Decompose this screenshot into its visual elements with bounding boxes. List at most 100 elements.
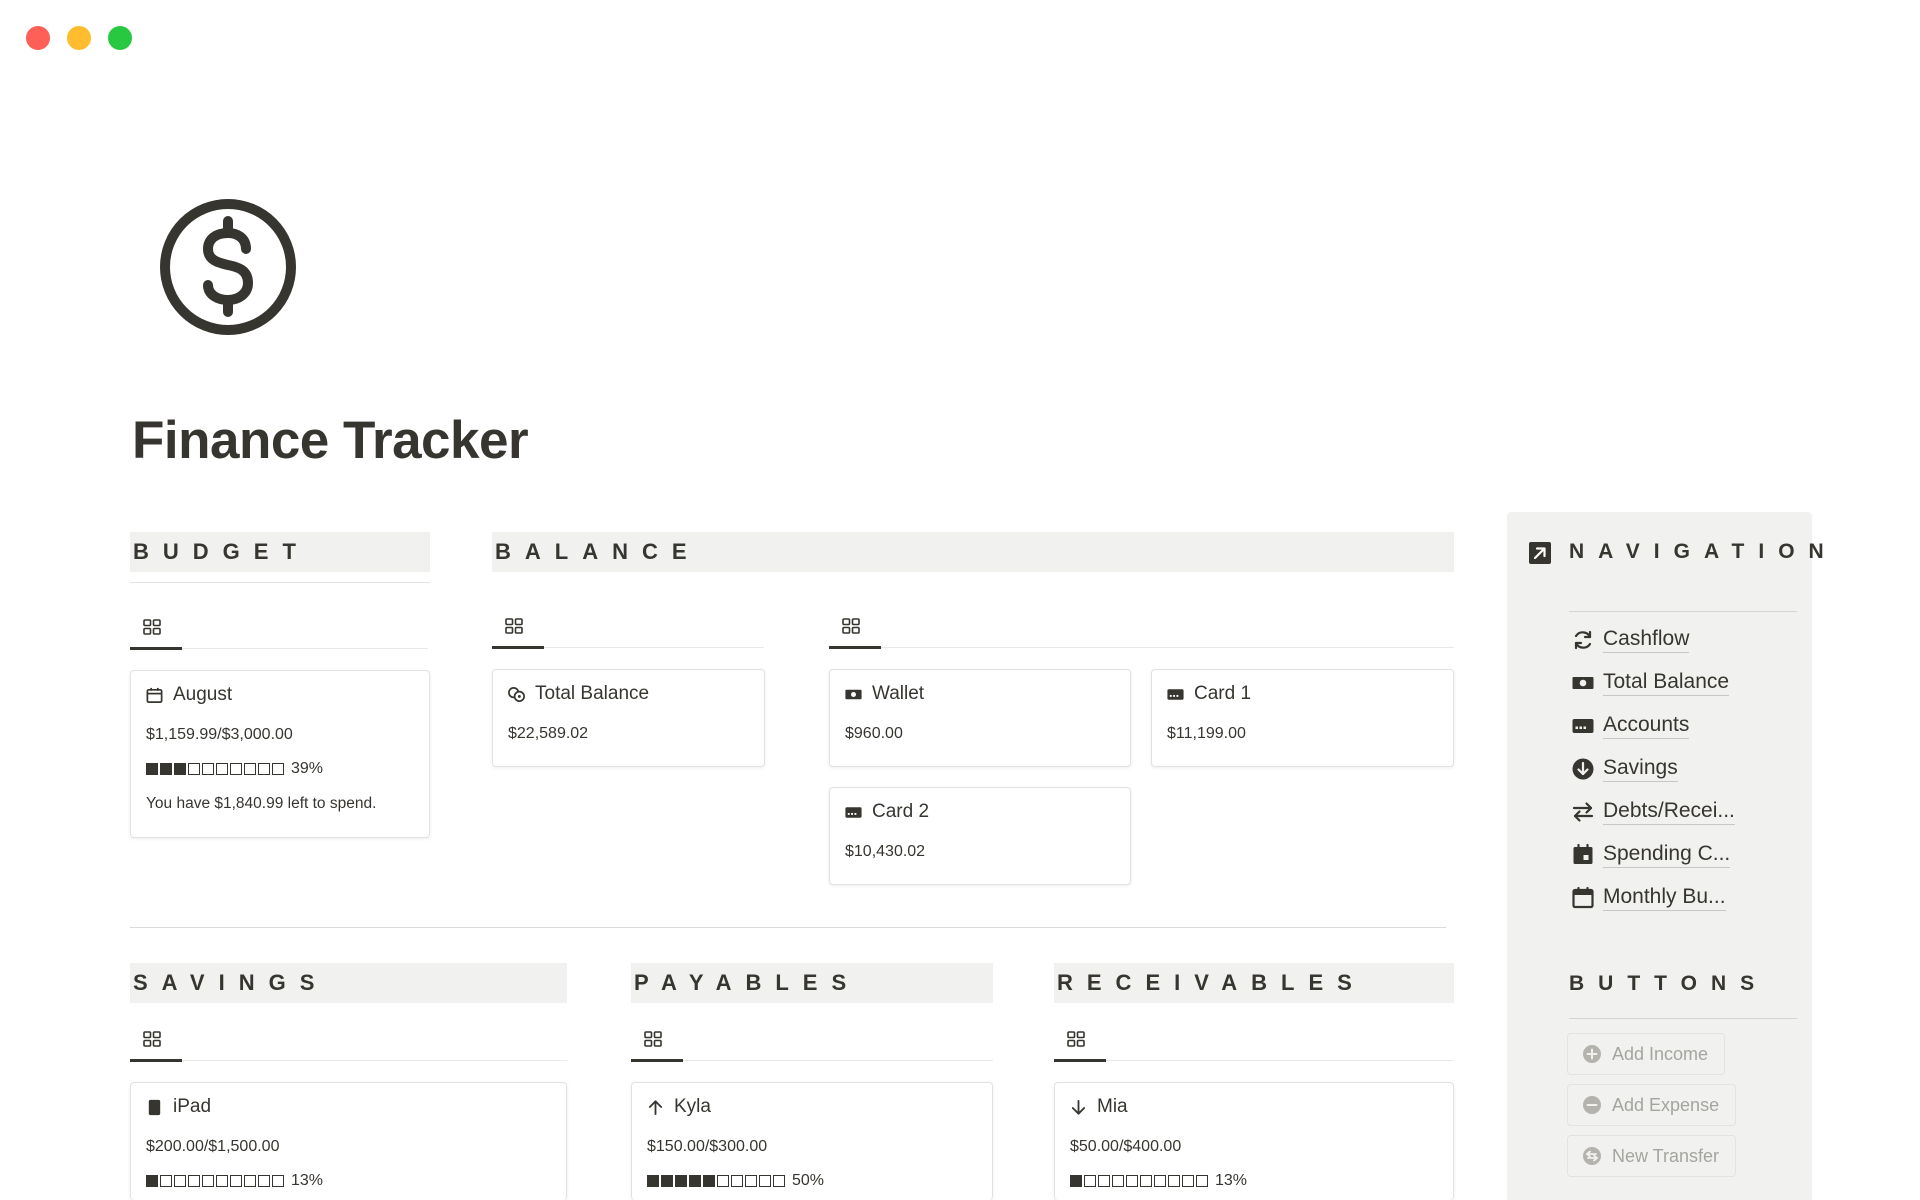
gallery-grid-icon xyxy=(505,618,523,634)
credit-card-icon xyxy=(1167,688,1184,700)
wallet-card[interactable]: Wallet $960.00 xyxy=(829,669,1131,767)
maximize-window-button[interactable] xyxy=(108,26,132,50)
minimize-window-button[interactable] xyxy=(67,26,91,50)
tablet-icon xyxy=(148,1099,161,1115)
card2-card[interactable]: Card 2 $10,430.02 xyxy=(829,787,1131,885)
progress-square xyxy=(146,1175,158,1187)
progress-square xyxy=(1098,1175,1110,1187)
total-balance-gallery-tab[interactable] xyxy=(492,602,544,649)
progress-square xyxy=(661,1175,673,1187)
new-transfer-button[interactable]: New Transfer xyxy=(1567,1135,1737,1177)
payables-gallery-tab[interactable] xyxy=(631,1015,683,1062)
dollar-circle-icon[interactable] xyxy=(158,197,298,337)
budget-amount: $1,159.99/$3,000.00 xyxy=(146,726,293,743)
add-expense-button[interactable]: Add Expense xyxy=(1567,1084,1737,1126)
nav-item-label: Total Balance xyxy=(1603,670,1730,696)
savings-card-title: iPad xyxy=(173,1096,212,1117)
nav-item-monthly-budget[interactable]: Monthly Bu... xyxy=(1571,885,1726,911)
nav-item-label: Spending C... xyxy=(1603,842,1731,868)
receivables-progress-label: 13% xyxy=(1215,1172,1248,1189)
nav-item-debts-receivables[interactable]: Debts/Recei... xyxy=(1571,799,1735,825)
nav-item-label: Debts/Recei... xyxy=(1603,799,1735,825)
payables-amount: $150.00/$300.00 xyxy=(647,1138,768,1155)
progress-square xyxy=(160,1175,172,1187)
minus-circle-icon xyxy=(1583,1096,1601,1114)
progress-square xyxy=(745,1175,757,1187)
budget-progress-label: 39% xyxy=(291,760,324,777)
budget-card-title: August xyxy=(173,684,233,705)
gallery-grid-icon xyxy=(842,618,860,634)
progress-square xyxy=(1182,1175,1194,1187)
progress-square xyxy=(146,763,158,775)
calendar-icon xyxy=(146,687,163,703)
progress-square xyxy=(731,1175,743,1187)
card2-title: Card 2 xyxy=(872,801,930,822)
progress-square xyxy=(703,1175,715,1187)
credit-card-icon xyxy=(1572,719,1594,733)
wallet-amount: $960.00 xyxy=(845,725,903,742)
add-expense-label: Add Expense xyxy=(1612,1094,1720,1115)
coins-icon xyxy=(508,686,525,702)
progress-square xyxy=(689,1175,701,1187)
nav-item-cashflow[interactable]: Cashflow xyxy=(1571,627,1690,653)
savings-progress-label: 13% xyxy=(291,1172,324,1189)
payables-card-title: Kyla xyxy=(674,1096,711,1117)
savings-progress: 13% xyxy=(146,1172,323,1190)
window-controls xyxy=(26,26,132,50)
add-income-button[interactable]: Add Income xyxy=(1567,1033,1726,1075)
card1-amount: $11,199.00 xyxy=(1167,725,1246,742)
budget-note: You have $1,840.99 left to spend. xyxy=(146,795,377,812)
plus-circle-icon xyxy=(1583,1045,1601,1063)
balance-heading: BALANCE xyxy=(492,532,1454,572)
nav-item-spending-calendar[interactable]: Spending C... xyxy=(1571,842,1731,868)
wallet-title: Wallet xyxy=(872,683,925,704)
progress-square xyxy=(1070,1175,1082,1187)
arrow-down-circle-icon xyxy=(1572,758,1594,780)
progress-square xyxy=(244,763,256,775)
credit-card-icon xyxy=(845,806,862,818)
progress-square xyxy=(174,1175,186,1187)
payables-card-kyla[interactable]: Kyla $150.00/$300.00 50% xyxy=(631,1082,993,1200)
savings-gallery-tab[interactable] xyxy=(130,1015,182,1062)
swap-arrows-icon xyxy=(1572,802,1594,822)
page-title: Finance Tracker xyxy=(132,411,529,470)
transfer-circle-icon xyxy=(1583,1147,1601,1165)
nav-item-accounts[interactable]: Accounts xyxy=(1571,713,1690,739)
receivables-card-mia[interactable]: Mia $50.00/$400.00 13% xyxy=(1054,1082,1454,1200)
progress-square xyxy=(773,1175,785,1187)
progress-square xyxy=(1140,1175,1152,1187)
progress-square xyxy=(272,1175,284,1187)
nav-item-label: Cashflow xyxy=(1603,627,1690,653)
nav-item-label: Accounts xyxy=(1603,713,1690,739)
total-balance-amount: $22,589.02 xyxy=(508,725,589,742)
progress-square xyxy=(1084,1175,1096,1187)
arrow-up-icon xyxy=(648,1099,663,1115)
payables-progress: 50% xyxy=(647,1172,824,1190)
progress-square xyxy=(202,1175,214,1187)
progress-square xyxy=(230,763,242,775)
budget-gallery-tab[interactable] xyxy=(130,603,182,650)
total-balance-card[interactable]: Total Balance $22,589.02 xyxy=(492,669,765,767)
progress-square xyxy=(717,1175,729,1187)
budget-progress: 39% xyxy=(146,760,323,778)
refresh-icon xyxy=(1574,630,1592,650)
nav-item-total-balance[interactable]: Total Balance xyxy=(1571,670,1730,696)
savings-card-ipad[interactable]: iPad $200.00/$1,500.00 13% xyxy=(130,1082,567,1200)
gallery-grid-icon xyxy=(143,619,161,635)
gallery-grid-icon xyxy=(644,1031,662,1047)
close-window-button[interactable] xyxy=(26,26,50,50)
receivables-gallery-tab[interactable] xyxy=(1054,1015,1106,1062)
card2-amount: $10,430.02 xyxy=(845,843,926,860)
buttons-heading: BUTTONS xyxy=(1569,972,1769,995)
progress-square xyxy=(174,763,186,775)
progress-square xyxy=(188,763,200,775)
card1-card[interactable]: Card 1 $11,199.00 xyxy=(1151,669,1454,767)
nav-item-savings[interactable]: Savings xyxy=(1571,756,1678,782)
budget-card-august[interactable]: August $1,159.99/$3,000.00 39% You have … xyxy=(130,670,430,838)
progress-square xyxy=(1196,1175,1208,1187)
accounts-gallery-tab[interactable] xyxy=(829,602,881,649)
progress-square xyxy=(1154,1175,1166,1187)
savings-heading: SAVINGS xyxy=(130,963,567,1003)
total-balance-title: Total Balance xyxy=(535,683,650,704)
card1-title: Card 1 xyxy=(1194,683,1252,704)
